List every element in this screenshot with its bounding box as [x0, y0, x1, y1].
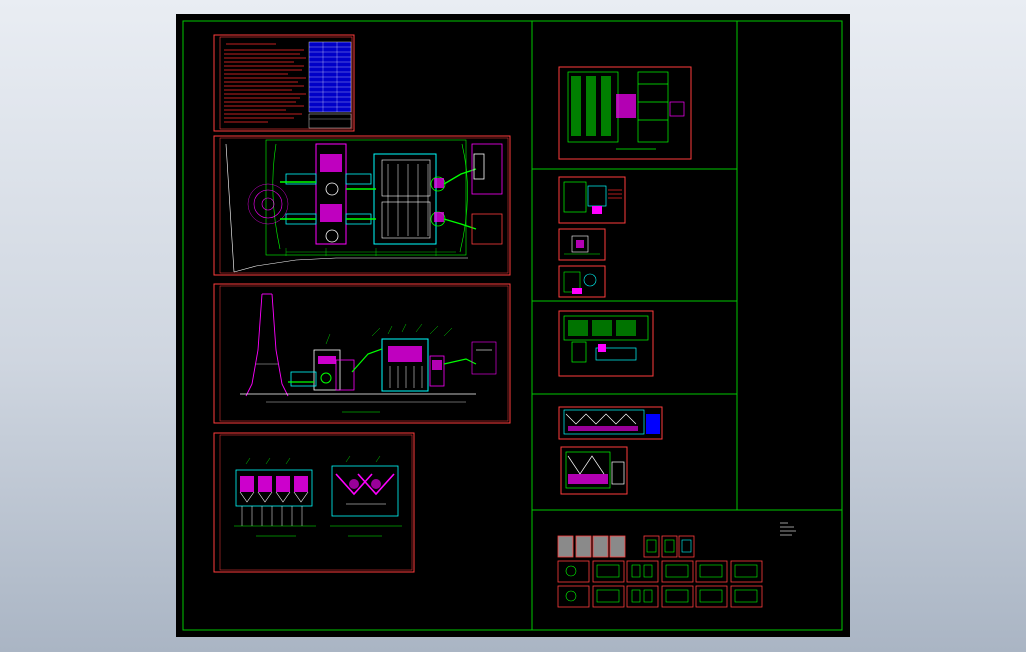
- sheet-border: [213, 135, 511, 276]
- part-thumb[interactable]: [695, 585, 728, 608]
- part-thumb[interactable]: [730, 560, 763, 583]
- catalog-legend: [780, 522, 796, 536]
- part-thumb[interactable]: [557, 560, 590, 583]
- sheet-border: [558, 176, 626, 224]
- part-thumb[interactable]: [730, 585, 763, 608]
- detail-sheet-7[interactable]: [560, 446, 628, 495]
- part-thumb[interactable]: [626, 560, 659, 583]
- general-notes-sheet[interactable]: [213, 34, 355, 132]
- detail-sheet-3[interactable]: [558, 228, 606, 261]
- part-thumb[interactable]: [609, 535, 626, 558]
- detail-sheet-5[interactable]: [558, 310, 654, 377]
- elevation-sheet[interactable]: [213, 283, 511, 424]
- part-thumb[interactable]: [557, 535, 574, 558]
- part-thumb[interactable]: [643, 535, 660, 558]
- sheet-border: [560, 446, 628, 495]
- parts-catalog[interactable]: [557, 522, 796, 608]
- detail-sheet-1[interactable]: [558, 66, 692, 160]
- detail-sheet-2[interactable]: [558, 176, 626, 224]
- cad-model-viewport[interactable]: [176, 14, 850, 637]
- part-thumb[interactable]: [695, 560, 728, 583]
- part-thumb[interactable]: [592, 560, 625, 583]
- detail-sheet-4[interactable]: [558, 265, 606, 298]
- site-plan-sheet[interactable]: [213, 135, 511, 276]
- part-thumb[interactable]: [661, 560, 694, 583]
- part-thumb[interactable]: [592, 585, 625, 608]
- part-thumb[interactable]: [661, 535, 678, 558]
- section-sheet[interactable]: [213, 432, 415, 573]
- parts-row-3: [557, 585, 763, 608]
- detail-sheet-6[interactable]: [558, 406, 663, 440]
- part-thumb[interactable]: [678, 535, 695, 558]
- sheet-border: [213, 432, 415, 573]
- part-thumb[interactable]: [592, 535, 609, 558]
- parts-row-2: [557, 560, 763, 583]
- parts-row-1: [557, 535, 695, 558]
- part-thumb[interactable]: [626, 585, 659, 608]
- part-thumb[interactable]: [557, 585, 590, 608]
- part-thumb[interactable]: [661, 585, 694, 608]
- part-thumb[interactable]: [575, 535, 592, 558]
